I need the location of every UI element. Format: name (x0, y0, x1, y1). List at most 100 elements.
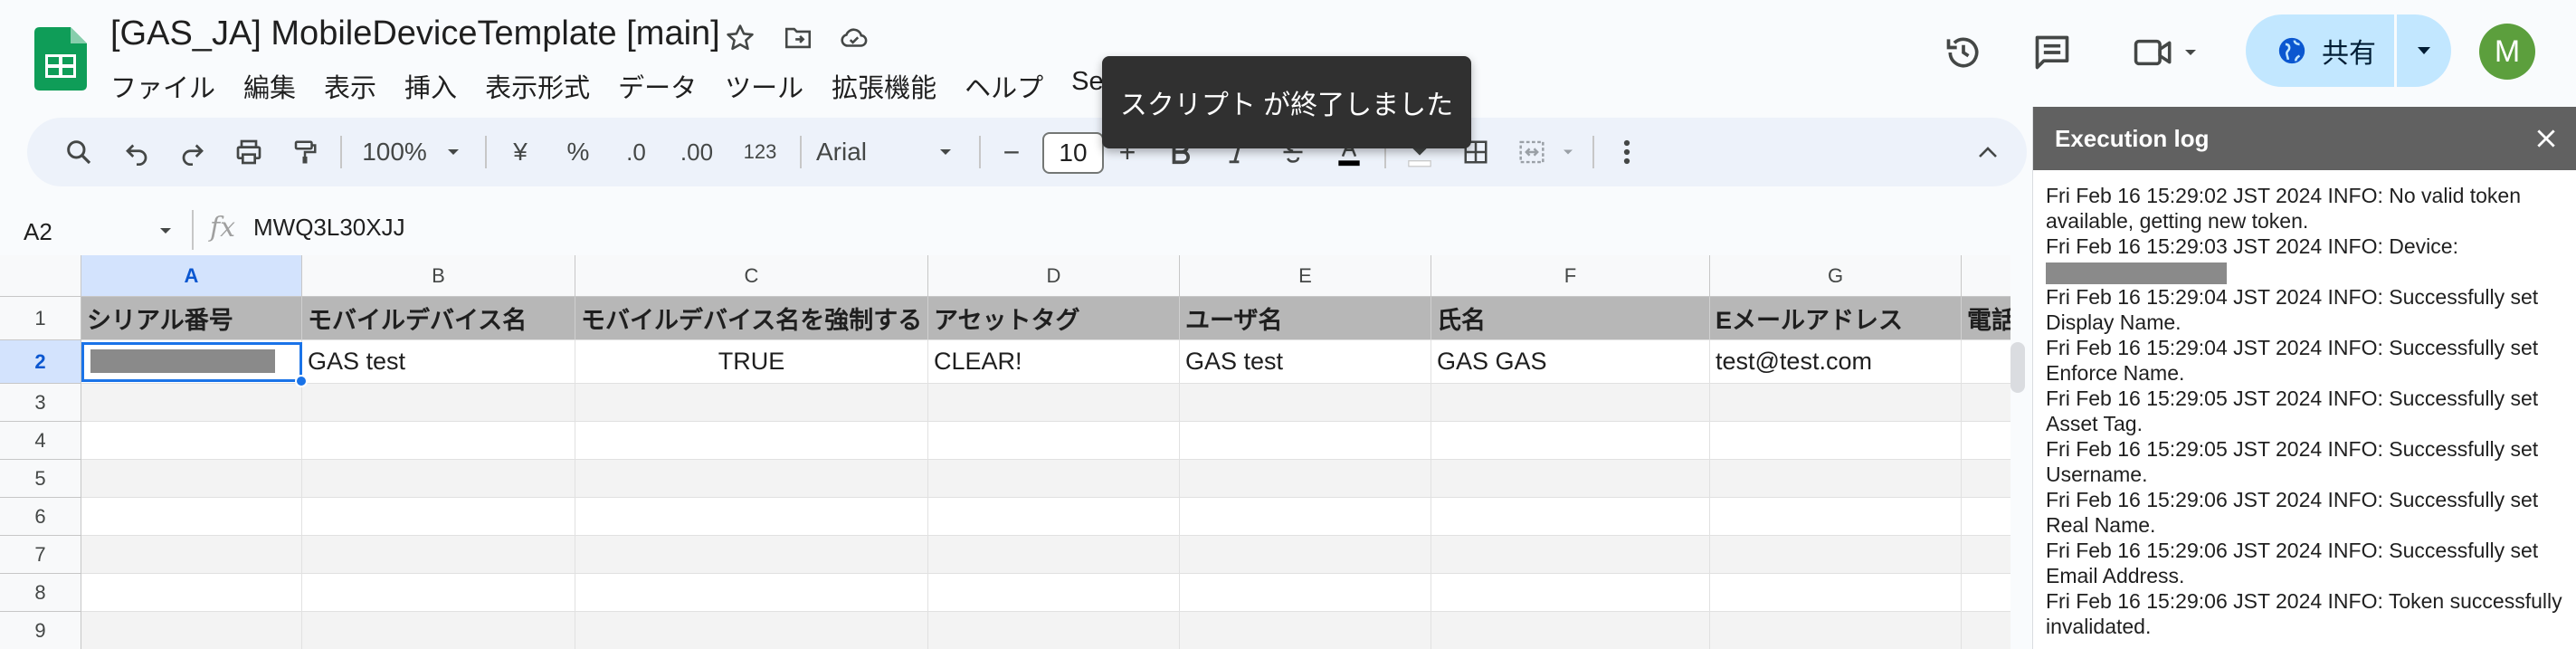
cloud-saved-icon[interactable] (834, 18, 874, 58)
decrease-decimals-button[interactable]: .0 (612, 118, 661, 186)
fill-handle[interactable] (295, 375, 308, 387)
cell-g3[interactable] (1710, 384, 1962, 422)
cell-g1[interactable]: Eメールアドレス (1710, 297, 1962, 340)
avatar[interactable]: M (2479, 24, 2535, 80)
cell-h7[interactable] (1962, 536, 2010, 574)
cell-a5[interactable] (81, 460, 302, 498)
font-select[interactable]: Arial (816, 118, 916, 186)
column-header-c[interactable]: C (575, 255, 928, 297)
font-dropdown-icon[interactable] (932, 118, 959, 186)
currency-format-button[interactable]: ¥ (498, 118, 543, 186)
cell-d5[interactable] (928, 460, 1180, 498)
more-options-icon[interactable] (1609, 118, 1645, 186)
cell-f2[interactable]: GAS GAS (1431, 340, 1710, 384)
column-header-g[interactable]: G (1710, 255, 1962, 297)
cell-g9[interactable] (1710, 612, 1962, 649)
paint-format-icon[interactable] (282, 118, 328, 186)
cell-b6[interactable] (302, 498, 575, 536)
select-all-corner[interactable] (0, 255, 81, 297)
cell-e6[interactable] (1180, 498, 1431, 536)
cell-h2[interactable] (1962, 340, 2010, 384)
search-menus-icon[interactable] (56, 118, 101, 186)
more-formats-button[interactable]: 123 (733, 118, 787, 186)
menu-edit[interactable]: 編集 (243, 65, 296, 103)
document-title[interactable]: [GAS_JA] MobileDeviceTemplate [main] (110, 14, 720, 53)
cell-f9[interactable] (1431, 612, 1710, 649)
meet-button[interactable] (2124, 27, 2206, 78)
row-header-3[interactable]: 3 (0, 384, 81, 422)
share-button[interactable]: 共有 (2246, 14, 2394, 87)
merge-dropdown-icon[interactable] (1556, 118, 1580, 186)
cell-g5[interactable] (1710, 460, 1962, 498)
cell-d6[interactable] (928, 498, 1180, 536)
cell-e4[interactable] (1180, 422, 1431, 460)
menu-format[interactable]: 表示形式 (485, 65, 590, 103)
zoom-select[interactable]: 100% (349, 118, 440, 186)
formula-input[interactable]: MWQ3L30XJJ (253, 214, 405, 242)
cell-f7[interactable] (1431, 536, 1710, 574)
cell-h1[interactable]: 電話 (1962, 297, 2010, 340)
menu-file[interactable]: ファイル (110, 65, 215, 103)
cell-f5[interactable] (1431, 460, 1710, 498)
cell-d7[interactable] (928, 536, 1180, 574)
cell-b9[interactable] (302, 612, 575, 649)
cell-e3[interactable] (1180, 384, 1431, 422)
sheets-logo-icon[interactable] (34, 27, 87, 91)
row-header-9[interactable]: 9 (0, 612, 81, 649)
cell-b8[interactable] (302, 574, 575, 612)
cell-b7[interactable] (302, 536, 575, 574)
row-header-4[interactable]: 4 (0, 422, 81, 460)
cell-b4[interactable] (302, 422, 575, 460)
cell-a9[interactable] (81, 612, 302, 649)
cell-g4[interactable] (1710, 422, 1962, 460)
spreadsheet-grid[interactable]: A B C D E F G 1 2 3 4 5 6 7 8 9 シリアル番号 モ… (0, 255, 2010, 649)
cell-c4[interactable] (575, 422, 928, 460)
cell-g2[interactable]: test@test.com (1710, 340, 1962, 384)
merge-cells-icon[interactable] (1509, 118, 1554, 186)
row-header-7[interactable]: 7 (0, 536, 81, 574)
cell-f8[interactable] (1431, 574, 1710, 612)
cell-e7[interactable] (1180, 536, 1431, 574)
menu-view[interactable]: 表示 (324, 65, 376, 103)
cell-h3[interactable] (1962, 384, 2010, 422)
version-history-icon[interactable] (1938, 27, 1989, 78)
column-header-b[interactable]: B (302, 255, 575, 297)
column-header-a[interactable]: A (81, 255, 302, 297)
row-header-1[interactable]: 1 (0, 297, 81, 340)
cell-d1[interactable]: アセットタグ (928, 297, 1180, 340)
cell-h4[interactable] (1962, 422, 2010, 460)
cell-b3[interactable] (302, 384, 575, 422)
cell-a1[interactable]: シリアル番号 (81, 297, 302, 340)
cell-h8[interactable] (1962, 574, 2010, 612)
vertical-scrollbar[interactable] (2010, 342, 2025, 393)
cell-e5[interactable] (1180, 460, 1431, 498)
cell-g8[interactable] (1710, 574, 1962, 612)
cell-a8[interactable] (81, 574, 302, 612)
cell-a6[interactable] (81, 498, 302, 536)
decrease-font-size-button[interactable]: − (992, 118, 1031, 186)
cell-f1[interactable]: 氏名 (1431, 297, 1710, 340)
redo-icon[interactable] (170, 118, 215, 186)
cell-b2[interactable]: GAS test (302, 340, 575, 384)
column-header-h[interactable] (1962, 255, 2010, 297)
column-header-f[interactable]: F (1431, 255, 1710, 297)
cell-f3[interactable] (1431, 384, 1710, 422)
cell-b1[interactable]: モバイルデバイス名 (302, 297, 575, 340)
star-icon[interactable] (720, 18, 760, 58)
percent-format-button[interactable]: % (556, 118, 601, 186)
row-header-6[interactable]: 6 (0, 498, 81, 536)
cell-a4[interactable] (81, 422, 302, 460)
close-icon[interactable] (2530, 122, 2562, 155)
cell-c1[interactable]: モバイルデバイス名を強制する (575, 297, 928, 340)
cell-f6[interactable] (1431, 498, 1710, 536)
menu-data[interactable]: データ (618, 65, 697, 103)
cell-d2[interactable]: CLEAR! (928, 340, 1180, 384)
row-header-5[interactable]: 5 (0, 460, 81, 498)
cell-c2[interactable]: TRUE (575, 340, 928, 384)
cell-c6[interactable] (575, 498, 928, 536)
cell-d8[interactable] (928, 574, 1180, 612)
cell-d3[interactable] (928, 384, 1180, 422)
menu-tools[interactable]: ツール (725, 65, 803, 103)
cell-h9[interactable] (1962, 612, 2010, 649)
font-size-input[interactable]: 10 (1042, 132, 1104, 174)
